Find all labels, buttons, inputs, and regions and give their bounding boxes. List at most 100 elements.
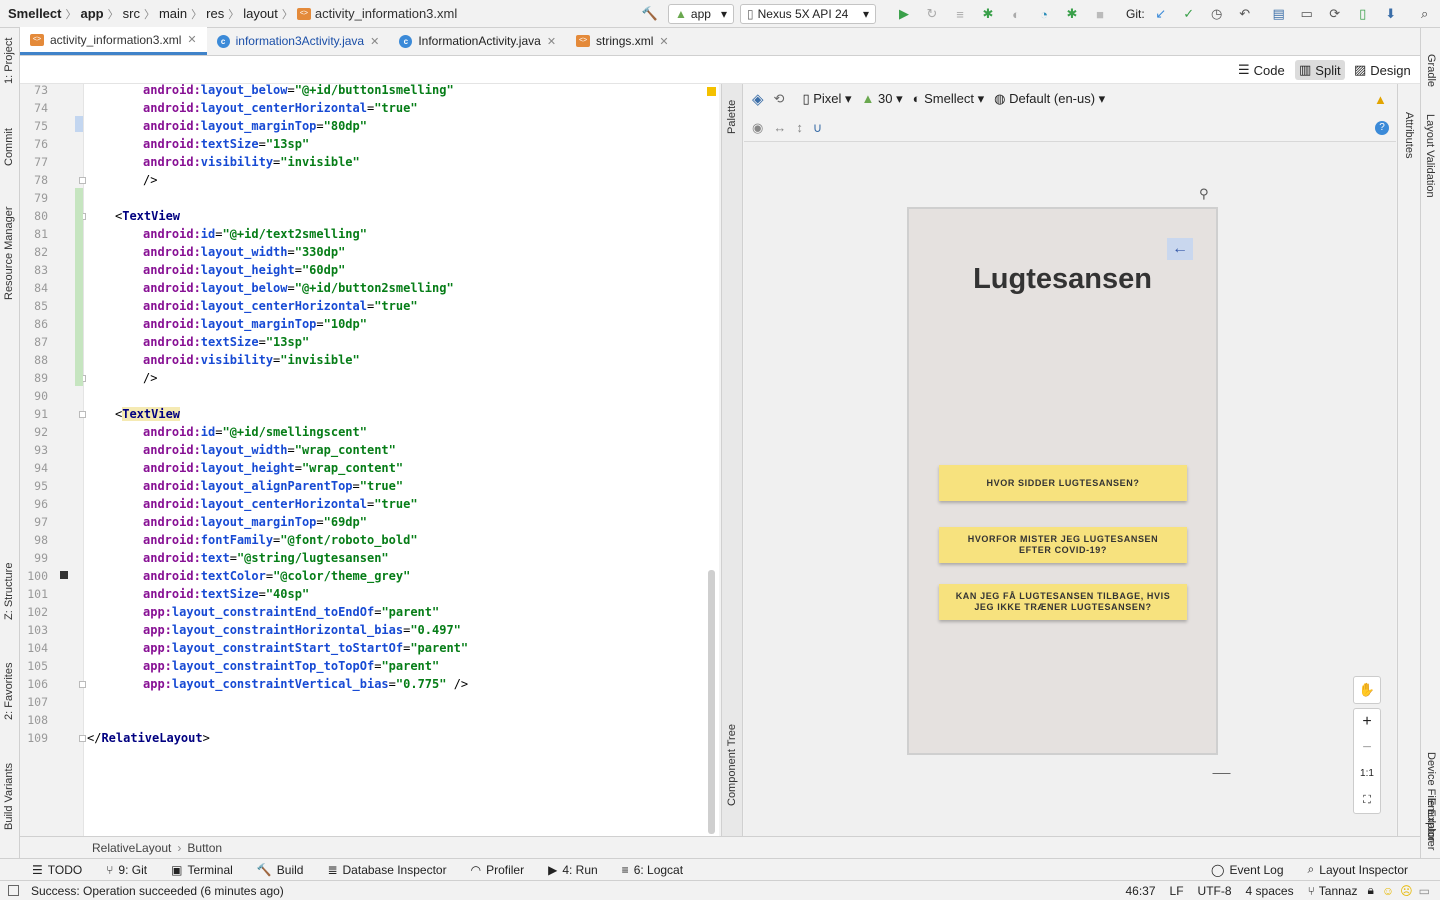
build-hammer-icon[interactable]: 🔨 (640, 4, 660, 24)
zoom-fit-button[interactable]: ⛶ (1354, 787, 1380, 813)
avd-manager-icon[interactable]: ▭ (1297, 4, 1317, 24)
project-structure-icon[interactable]: ▤ (1269, 4, 1289, 24)
coverage-icon[interactable]: ◐ (1006, 4, 1026, 24)
help-icon[interactable]: ? (1375, 120, 1389, 135)
code-line[interactable]: app:layout_constraintHorizontal_bias="0.… (87, 621, 461, 639)
locale-dropdown[interactable]: ◍ Default (en-us) ▾ (994, 91, 1105, 107)
commit-tool-button[interactable]: Commit (3, 128, 15, 166)
code-line[interactable]: android:text="@string/lugtesansen" (87, 549, 389, 567)
pan-button[interactable]: ✋ (1353, 676, 1381, 704)
code-line[interactable]: android:id="@+id/text2smelling" (87, 225, 367, 243)
code-line[interactable]: <TextView (87, 207, 180, 225)
fold-marker-icon[interactable] (79, 681, 86, 688)
phone-preview[interactable]: ← Lugtesansen HVOR SIDDER LUGTESANSEN? H… (907, 207, 1218, 755)
tab-strings-xml[interactable]: <> strings.xml ✕ (566, 27, 679, 55)
code-line[interactable]: /> (87, 171, 157, 189)
device-select[interactable]: ▯ Nexus 5X API 24 ▾ (740, 4, 876, 24)
profiler-tool-button[interactable]: ◠ Profiler (471, 863, 525, 877)
status-message[interactable]: Success: Operation succeeded (6 minutes … (31, 884, 284, 898)
layers-icon[interactable]: ◈ (752, 90, 764, 108)
api-dropdown[interactable]: ▲ 30 ▾ (862, 91, 903, 107)
breadcrumb-src[interactable]: src (123, 6, 140, 21)
code-line[interactable]: android:layout_width="wrap_content" (87, 441, 396, 459)
split-view-button[interactable]: ▥ Split (1295, 60, 1345, 80)
git-update-icon[interactable]: ↙ (1151, 4, 1171, 24)
run-icon[interactable]: ▶ (894, 4, 914, 24)
orientation-icon[interactable]: ⟲ (774, 91, 785, 107)
apply-code-icon[interactable]: ≡ (950, 4, 970, 24)
code-line[interactable]: android:layout_below="@+id/button1smelli… (87, 84, 454, 99)
code-line[interactable]: android:layout_centerHorizontal="true" (87, 99, 418, 117)
design-surface[interactable]: ◈ ⟲ ▯ Pixel ▾ ▲ 30 ▾ ◐ Smellect ▾ ◍ Defa… (744, 84, 1396, 836)
apply-changes-icon[interactable]: ↻ (922, 4, 942, 24)
horizontal-resize-icon[interactable]: ↔ (773, 120, 786, 135)
code-line[interactable]: android:id="@+id/smellingscent" (87, 423, 367, 441)
profile-icon[interactable]: ◔ (1034, 4, 1054, 24)
code-line[interactable]: android:textSize="13sp" (87, 135, 309, 153)
device-dropdown[interactable]: ▯ Pixel ▾ (802, 91, 851, 107)
file-encoding[interactable]: UTF-8 (1198, 884, 1232, 898)
code-line[interactable]: <TextView (87, 405, 181, 423)
close-icon[interactable]: ✕ (187, 33, 196, 46)
attach-debugger-icon[interactable]: ✱ (1062, 4, 1082, 24)
sad-face-icon[interactable]: ☹ (1400, 884, 1413, 898)
code-line[interactable]: android:layout_below="@+id/button2smelli… (87, 279, 454, 297)
preview-button-2[interactable]: HVORFOR MISTER JEG LUGTESANSEN EFTER COV… (939, 527, 1187, 563)
code-line[interactable]: app:layout_constraintVertical_bias="0.77… (87, 675, 468, 693)
layout-inspector-tool-button[interactable]: ⌕ Layout Inspector (1308, 862, 1408, 877)
gradle-tool-button[interactable]: Gradle (1425, 54, 1437, 87)
code-view-button[interactable]: ☰ Code (1234, 60, 1289, 80)
code-line[interactable]: app:layout_constraintTop_toTopOf="parent… (87, 657, 439, 675)
design-view-button[interactable]: ▨ Design (1350, 60, 1415, 80)
code-line[interactable]: android:layout_marginTop="10dp" (87, 315, 367, 333)
close-icon[interactable]: ✕ (547, 35, 556, 48)
device-manager-icon[interactable]: ▯ (1353, 4, 1373, 24)
code-line[interactable]: android:visibility="invisible" (87, 153, 360, 171)
git-tool-button[interactable]: ⑂ 9: Git (106, 863, 147, 877)
breadcrumb-file[interactable]: activity_information3.xml (315, 6, 457, 21)
magnet-icon[interactable]: ∪ (813, 120, 823, 136)
terminal-tool-button[interactable]: ▣ Terminal (171, 863, 233, 877)
breadcrumb-layout[interactable]: layout (243, 6, 278, 21)
zoom-actual-button[interactable]: 1:1 (1354, 761, 1380, 787)
status-toggle-icon[interactable] (8, 885, 19, 896)
editor-scrollbar[interactable] (708, 570, 715, 834)
code-line[interactable]: app:layout_constraintEnd_toEndOf="parent… (87, 603, 439, 621)
memory-indicator-icon[interactable]: ▭ (1419, 884, 1430, 898)
run-tool-button[interactable]: ▶ 4: Run (548, 863, 598, 877)
project-tool-button[interactable]: 1: Project (3, 38, 15, 84)
database-inspector-tool-button[interactable]: ≣ Database Inspector (327, 863, 446, 877)
palette-tool-button[interactable]: Palette (726, 100, 738, 134)
preview-button-3[interactable]: KAN JEG FÅ LUGTESANSEN TILBAGE, HVIS JEG… (939, 584, 1187, 620)
zoom-in-button[interactable]: + (1354, 709, 1380, 735)
code-line[interactable]: android:layout_centerHorizontal="true" (87, 495, 418, 513)
preview-button-1[interactable]: HVOR SIDDER LUGTESANSEN? (939, 465, 1187, 501)
git-commit-icon[interactable]: ✓ (1179, 4, 1199, 24)
structure-tool-button[interactable]: Z: Structure (3, 563, 15, 620)
zoom-out-button[interactable]: − (1354, 735, 1380, 761)
cursor-position[interactable]: 46:37 (1126, 884, 1156, 898)
code-line[interactable]: /> (87, 369, 157, 387)
stop-icon[interactable]: ■ (1090, 4, 1110, 24)
code-line[interactable]: app:layout_constraintStart_toStartOf="pa… (87, 639, 468, 657)
sync-gradle-icon[interactable]: ⟳ (1325, 4, 1345, 24)
build-variants-tool-button[interactable]: Build Variants (3, 763, 15, 830)
code-line[interactable]: android:fontFamily="@font/roboto_bold" (87, 531, 418, 549)
code-editor[interactable]: 73 74 75 76 77 78 79 80 81 82 83 84 85 86 87 88 89 90 91 92… (20, 84, 719, 836)
fold-marker-icon[interactable] (79, 177, 86, 184)
breadcrumb-module[interactable]: app (80, 6, 103, 21)
emulator-tool-button[interactable]: Emulator (1425, 798, 1437, 842)
breadcrumb-project[interactable]: Smellect (8, 6, 61, 21)
vertical-resize-icon[interactable]: ↕ (796, 120, 803, 135)
todo-tool-button[interactable]: ☰ TODO (32, 863, 82, 877)
code-line[interactable]: android:layout_height="60dp" (87, 261, 345, 279)
code-line[interactable]: android:textSize="40sp" (87, 585, 309, 603)
debug-icon[interactable]: ✱ (978, 4, 998, 24)
back-arrow-icon[interactable]: ← (1167, 238, 1193, 260)
theme-dropdown[interactable]: ◐ Smellect ▾ (913, 91, 984, 107)
code-line[interactable]: android:textSize="13sp" (87, 333, 309, 351)
code-line[interactable]: android:layout_height="wrap_content" (87, 459, 403, 477)
event-log-tool-button[interactable]: ◯ Event Log (1211, 863, 1283, 877)
code-line[interactable]: </RelativeLayout> (87, 729, 210, 747)
resize-handle-icon[interactable] (1212, 758, 1246, 774)
